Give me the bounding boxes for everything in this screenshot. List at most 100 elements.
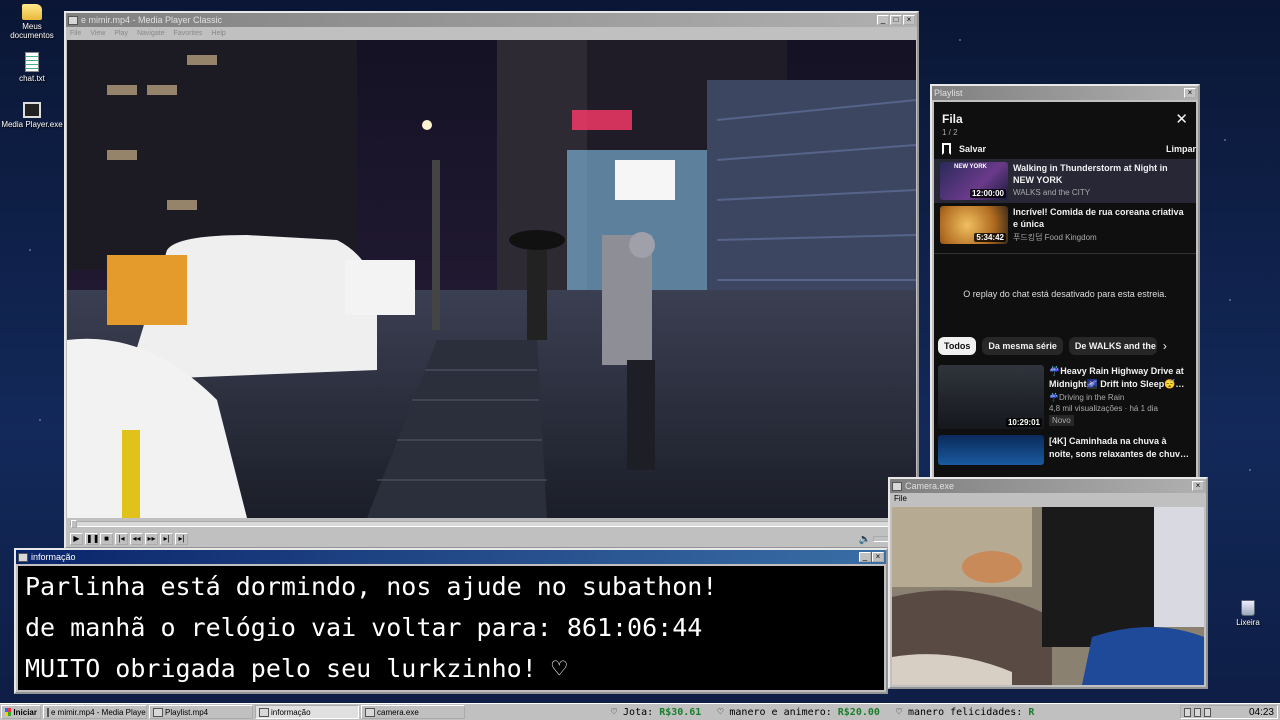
menu-view[interactable]: View (90, 30, 105, 37)
previous-button[interactable]: |◂ (115, 533, 128, 545)
tray-volume-icon[interactable] (1194, 707, 1201, 717)
taskbar-item-info[interactable]: informação (255, 705, 359, 719)
menu-help[interactable]: Help (211, 30, 225, 37)
info-message-area: Parlinha está dormindo, nos ajude no sub… (18, 566, 884, 690)
menu-file[interactable]: File (70, 30, 81, 37)
media-player-icon (47, 707, 49, 717)
close-button[interactable]: × (903, 15, 915, 25)
video-duration: 12:00:00 (969, 189, 1006, 198)
player-controls: ▶ ❚❚ ■ |◂ ◂◂ ▸▸ ▸| ▸| 🔈 (66, 532, 917, 546)
rewind-button[interactable]: ◂◂ (130, 533, 143, 545)
trash-icon (1241, 600, 1255, 616)
menu-bar: File View Play Navigate Favorites Help (66, 27, 917, 39)
queue-heading: Fila (942, 112, 963, 126)
video-title: Walking in Thunderstorm at Night in NEW … (1013, 163, 1168, 185)
play-button[interactable]: ▶ (70, 533, 83, 545)
media-player-icon (23, 102, 41, 118)
chip-same-series[interactable]: Da mesma série (982, 337, 1063, 355)
channel-name: 푸드킹덤 Food Kingdom (1013, 233, 1097, 242)
desktop-icon-trash[interactable]: Lixeira (1216, 600, 1280, 627)
minimize-button[interactable]: _ (859, 552, 871, 562)
filter-chips: Todos Da mesma série De WALKS and the C … (934, 333, 1196, 359)
donation-ticker: ♡ Jota: R$30.61 ♡ manero e animero: R$20… (465, 707, 1180, 718)
info-titlebar[interactable]: informação _ × (16, 550, 886, 564)
rainy-street-scene (67, 40, 916, 518)
close-button[interactable]: × (1192, 481, 1204, 491)
playlist-titlebar[interactable]: Playlist × (932, 86, 1198, 100)
taskbar-item-media-player[interactable]: e mimir.mp4 - Media Playe... (43, 705, 147, 719)
menu-play[interactable]: Play (114, 30, 128, 37)
desktop-icon-documents[interactable]: Meus documentos (0, 2, 64, 40)
volume-icon[interactable]: 🔈 (859, 534, 871, 545)
menu-file[interactable]: File (890, 493, 1206, 505)
ticker-amount: R (1028, 706, 1035, 718)
seek-handle[interactable] (71, 520, 77, 528)
taskbar-label: Playlist.mp4 (165, 707, 209, 717)
taskbar: Iniciar e mimir.mp4 - Media Playe... Pla… (0, 703, 1280, 720)
camera-app-icon (892, 481, 902, 491)
video-frame[interactable] (67, 40, 916, 518)
playlist-icon (153, 707, 163, 717)
video-title: [4K] Caminhada na chuva à noite, sons re… (1049, 436, 1190, 459)
pause-button[interactable]: ❚❚ (85, 533, 99, 545)
camera-window[interactable]: Camera.exe × File (888, 477, 1208, 689)
desktop-icon-mediaplayer[interactable]: Media Player.exe (0, 102, 64, 129)
desktop-icon-chat[interactable]: chat.txt (0, 52, 64, 83)
desktop-icon-label: Lixeira (1236, 618, 1260, 627)
system-tray: 04:23 (1180, 705, 1278, 719)
ticker-item: ♡ Jota: R$30.61 (611, 706, 702, 718)
recommendation-item[interactable]: 10:29:01 ☔Heavy Rain Highway Drive at Mi… (934, 359, 1196, 435)
clock[interactable]: 04:23 (1214, 707, 1274, 718)
save-button[interactable]: Salvar (959, 144, 1166, 154)
info-line: MUITO obrigada pelo seu lurkzinho! ♡ (25, 654, 567, 683)
video-thumbnail: NEW YORK 12:00:00 (940, 162, 1008, 200)
start-button[interactable]: Iniciar (1, 705, 41, 719)
queue-position: 1 / 2 (942, 128, 958, 137)
start-label: Iniciar (13, 707, 37, 717)
chevron-right-icon[interactable]: › (1163, 339, 1167, 353)
camera-titlebar[interactable]: Camera.exe × (890, 479, 1206, 493)
tray-network-icon[interactable] (1184, 707, 1191, 717)
ticker-item: ♡ manero e animero: R$20.00 (717, 706, 880, 718)
close-icon[interactable]: ✕ (1175, 110, 1188, 128)
menu-navigate[interactable]: Navigate (137, 30, 165, 37)
playlist-window[interactable]: Playlist × Fila ✕ 1 / 2 Salvar Limpar NE… (930, 84, 1200, 484)
seek-bar[interactable] (70, 520, 913, 528)
taskbar-item-playlist[interactable]: Playlist.mp4 (149, 705, 253, 719)
video-thumbnail (938, 435, 1044, 465)
next-button[interactable]: ▸| (160, 533, 173, 545)
taskbar-label: informação (271, 707, 311, 717)
tray-app-icon[interactable] (1204, 707, 1211, 717)
close-button[interactable]: × (1184, 88, 1196, 98)
chip-channel[interactable]: De WALKS and the C (1068, 337, 1157, 355)
queue-item[interactable]: 5:34:42 Incrível! Comida de rua coreana … (934, 203, 1196, 247)
minimize-button[interactable]: _ (877, 15, 889, 25)
window-title: e mimir.mp4 - Media Player Classic (81, 15, 223, 25)
sleeping-cat-scene (892, 507, 1204, 685)
window-title: Playlist (934, 88, 963, 98)
maximize-button[interactable]: □ (890, 15, 902, 25)
text-file-icon (25, 52, 39, 72)
bookmark-icon[interactable] (942, 143, 951, 155)
info-app-icon (18, 552, 28, 562)
menu-favorites[interactable]: Favorites (174, 30, 203, 37)
forward-button[interactable]: ▸▸ (145, 533, 158, 545)
windows-logo-icon (5, 708, 12, 716)
video-duration: 5:34:42 (974, 233, 1006, 242)
info-line: de manhã o relógio vai voltar para: 861:… (25, 613, 703, 642)
stop-button[interactable]: ■ (100, 533, 113, 545)
clear-button[interactable]: Limpar (1166, 144, 1196, 154)
info-window[interactable]: informação _ × Parlinha está dormindo, no… (14, 548, 888, 694)
video-duration: 10:29:01 (1005, 418, 1042, 427)
channel-name: WALKS and the CITY (1013, 188, 1091, 197)
video-title: Incrível! Comida de rua coreana criativa… (1013, 207, 1184, 229)
taskbar-item-camera[interactable]: camera.exe (361, 705, 465, 719)
media-player-window[interactable]: e mimir.mp4 - Media Player Classic _ □ × F… (64, 11, 919, 549)
media-player-titlebar[interactable]: e mimir.mp4 - Media Player Classic _ □ × (66, 13, 917, 27)
queue-item[interactable]: NEW YORK 12:00:00 Walking in Thunderstor… (934, 159, 1196, 203)
ticker-item: ♡ manero felicidades: R (895, 706, 1035, 718)
chip-all[interactable]: Todos (938, 337, 977, 355)
recommendation-item[interactable]: [4K] Caminhada na chuva à noite, sons re… (934, 435, 1196, 465)
close-button[interactable]: × (872, 552, 884, 562)
frame-step-button[interactable]: ▸| (175, 533, 188, 545)
